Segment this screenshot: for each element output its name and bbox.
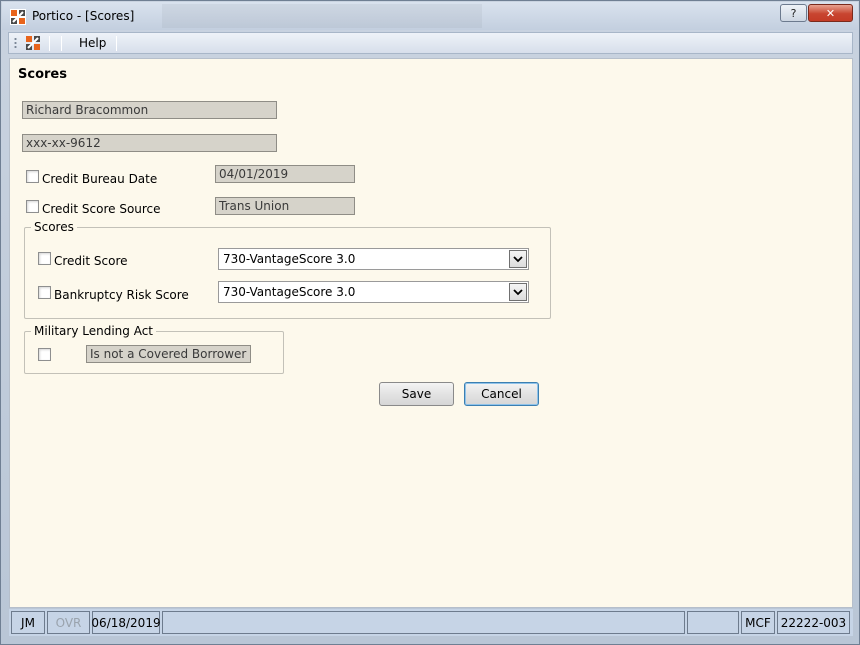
scores-form: Scores Richard Bracommon xxx-xx-9612 Cre… (9, 58, 853, 608)
status-code: MCF (741, 611, 775, 634)
credit-score-checkbox[interactable] (38, 252, 51, 265)
close-button[interactable]: ✕ (808, 4, 853, 22)
bankruptcy-risk-score-label: Bankruptcy Risk Score (54, 288, 189, 302)
credit-score-source-checkbox[interactable] (26, 200, 39, 213)
status-bar: JM OVR 06/18/2019 MCF 22222-003 (9, 609, 853, 636)
menu-help[interactable]: Help (79, 36, 106, 50)
credit-score-selected: 730-VantageScore 3.0 (223, 252, 356, 266)
cancel-button[interactable]: Cancel (464, 382, 539, 406)
toolbar-grip-icon[interactable] (14, 37, 17, 50)
credit-score-source-label: Credit Score Source (42, 202, 161, 216)
menu-separator (116, 36, 117, 51)
menu-bar: Help (8, 32, 853, 54)
menu-separator (61, 36, 62, 51)
status-user: JM (11, 611, 45, 634)
status-message (162, 611, 685, 634)
menu-separator (49, 36, 50, 51)
military-lending-act-title: Military Lending Act (31, 324, 157, 338)
credit-bureau-date-label: Credit Bureau Date (42, 172, 158, 186)
scores-groupbox: Scores Credit Score 730-VantageScore 3.0… (24, 220, 551, 319)
scores-group-title: Scores (31, 220, 77, 234)
credit-bureau-date-field: 04/01/2019 (215, 165, 355, 183)
bankruptcy-risk-score-selected: 730-VantageScore 3.0 (223, 285, 356, 299)
app-window: Portico - [Scores] ? ✕ Help Scores Richa… (0, 0, 860, 645)
bankruptcy-risk-score-dropdown[interactable]: 730-VantageScore 3.0 (218, 281, 529, 303)
credit-score-dropdown[interactable]: 730-VantageScore 3.0 (218, 248, 529, 270)
portico-logo-icon (10, 9, 26, 25)
credit-bureau-date-checkbox[interactable] (26, 170, 39, 183)
window-title: Portico - [Scores] (32, 9, 135, 23)
borrower-name-field: Richard Bracommon (22, 101, 277, 119)
covered-borrower-field: Is not a Covered Borrower (86, 345, 251, 363)
title-bar[interactable]: Portico - [Scores] ? ✕ (2, 2, 858, 30)
status-blank (687, 611, 739, 634)
covered-borrower-checkbox[interactable] (38, 348, 51, 361)
bankruptcy-risk-score-checkbox[interactable] (38, 286, 51, 299)
military-lending-act-groupbox: Military Lending Act Is not a Covered Bo… (24, 324, 284, 374)
save-button[interactable]: Save (379, 382, 454, 406)
portico-menu-icon[interactable] (25, 35, 41, 51)
help-button[interactable]: ? (780, 4, 807, 22)
status-ovr: OVR (47, 611, 90, 634)
chevron-down-icon[interactable] (509, 250, 527, 268)
borrower-ssn-field: xxx-xx-9612 (22, 134, 277, 152)
status-date: 06/18/2019 (91, 611, 161, 634)
title-bar-background (162, 4, 482, 28)
credit-score-source-field: Trans Union (215, 197, 355, 215)
status-number: 22222-003 (777, 611, 850, 634)
page-title: Scores (18, 67, 67, 82)
credit-score-label: Credit Score (54, 254, 128, 268)
chevron-down-icon[interactable] (509, 283, 527, 301)
